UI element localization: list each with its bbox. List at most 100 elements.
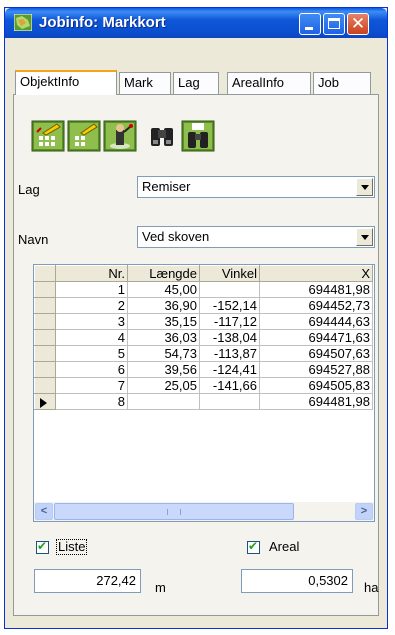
cell-vinkel[interactable]: -117,12 (199, 313, 260, 330)
row-indicator[interactable] (34, 361, 56, 378)
cell-vinkel[interactable] (199, 393, 260, 410)
empty-cell (127, 470, 200, 485)
row-indicator[interactable] (34, 297, 56, 314)
table-row[interactable]: 8 694481,98 (34, 393, 373, 410)
edit-points-icon[interactable] (31, 120, 65, 152)
empty-cell (199, 455, 260, 470)
scroll-thumb[interactable] (54, 503, 294, 520)
minimize-button[interactable] (299, 13, 321, 35)
row-indicator[interactable] (34, 377, 56, 394)
cell-laengde[interactable]: 54,73 (127, 345, 200, 362)
empty-cell (127, 455, 200, 470)
empty-cell (127, 409, 200, 425)
row-indicator[interactable] (34, 393, 56, 410)
tab-arealinfo[interactable]: ArealInfo (227, 72, 311, 94)
empty-cell (55, 455, 128, 470)
cell-x[interactable]: 694471,63 (259, 329, 373, 346)
cell-x[interactable]: 694444,63 (259, 313, 373, 330)
empty-cell (199, 425, 260, 440)
cell-vinkel[interactable]: -113,87 (199, 345, 260, 362)
empty-cell (259, 440, 373, 455)
scroll-right-button[interactable]: > (355, 503, 373, 520)
area-field[interactable]: 0,5302 (241, 569, 353, 593)
cell-nr[interactable]: 5 (55, 345, 128, 362)
lag-select[interactable]: Remiser (137, 176, 375, 198)
cell-laengde[interactable]: 25,05 (127, 377, 200, 394)
row-indicator[interactable] (34, 345, 56, 362)
cell-x[interactable]: 694481,98 (259, 393, 373, 410)
empty-cell (199, 470, 260, 485)
maximize-icon (324, 14, 344, 34)
table-row[interactable]: 1 45,00 694481,98 (34, 281, 373, 298)
cell-vinkel[interactable]: -138,04 (199, 329, 260, 346)
binoculars-numbered-icon[interactable] (181, 120, 215, 152)
cell-vinkel[interactable]: -124,41 (199, 361, 260, 378)
table-row[interactable]: 3 35,15 -117,12 694444,63 (34, 313, 373, 330)
edit-lines-icon[interactable] (67, 120, 101, 152)
cell-laengde[interactable]: 36,03 (127, 329, 200, 346)
empty-cell (127, 440, 200, 455)
empty-cell (34, 425, 56, 440)
navn-select[interactable]: Ved skoven (137, 226, 375, 248)
cell-laengde[interactable]: 35,15 (127, 313, 200, 330)
table-row[interactable]: 4 36,03 -138,04 694471,63 (34, 329, 373, 346)
cell-vinkel[interactable]: -152,14 (199, 297, 260, 314)
length-unit: m (155, 580, 166, 595)
row-indicator-header (34, 265, 56, 282)
maximize-button[interactable] (323, 13, 345, 35)
cell-nr[interactable]: 3 (55, 313, 128, 330)
scroll-left-button[interactable]: < (35, 503, 53, 520)
chevron-down-icon[interactable] (356, 228, 373, 246)
length-field[interactable]: 272,42 (34, 569, 141, 593)
close-button[interactable]: ✕ (347, 13, 369, 35)
cell-x[interactable]: 694452,73 (259, 297, 373, 314)
areal-checkbox[interactable] (247, 539, 260, 554)
cell-x[interactable]: 694527,88 (259, 361, 373, 378)
cell-x[interactable]: 694507,63 (259, 345, 373, 362)
column-header-x[interactable]: X (259, 265, 373, 282)
cell-nr[interactable]: 4 (55, 329, 128, 346)
areal-label[interactable]: Areal (269, 539, 299, 554)
empty-cell (199, 409, 260, 425)
title-bar[interactable]: Jobinfo: Markkort ✕ (5, 8, 387, 38)
cell-nr[interactable]: 6 (55, 361, 128, 378)
lag-label: Lag (18, 182, 40, 197)
cell-nr[interactable]: 2 (55, 297, 128, 314)
table-row[interactable]: 7 25,05 -141,66 694505,83 (34, 377, 373, 394)
cell-laengde[interactable] (127, 393, 200, 410)
cell-vinkel[interactable] (199, 281, 260, 298)
liste-label[interactable]: Liste (56, 539, 88, 555)
cell-laengde[interactable]: 39,56 (127, 361, 200, 378)
liste-checkbox[interactable] (36, 539, 49, 554)
tab-mark[interactable]: Mark (119, 72, 171, 94)
column-header-laengde[interactable]: Længde (127, 265, 200, 282)
points-grid[interactable]: Nr. Længde Vinkel X 1 45,00 694481,98 2 36,9… (33, 264, 375, 504)
cell-vinkel[interactable]: -141,66 (199, 377, 260, 394)
binoculars-icon[interactable] (145, 120, 179, 152)
empty-cell (34, 455, 56, 470)
surveyor-icon[interactable] (103, 120, 137, 152)
tab-objektinfo[interactable]: ObjektInfo (15, 70, 117, 95)
table-row[interactable]: 5 54,73 -113,87 694507,63 (34, 345, 373, 362)
cell-nr[interactable]: 8 (55, 393, 128, 410)
empty-cell (34, 409, 56, 425)
table-row[interactable]: 2 36,90 -152,14 694452,73 (34, 297, 373, 314)
cell-laengde[interactable]: 45,00 (127, 281, 200, 298)
column-header-nr[interactable]: Nr. (55, 265, 128, 282)
cell-nr[interactable]: 7 (55, 377, 128, 394)
horizontal-scrollbar[interactable]: < > (33, 502, 375, 522)
cell-x[interactable]: 694505,83 (259, 377, 373, 394)
cell-nr[interactable]: 1 (55, 281, 128, 298)
table-row[interactable]: 6 39,56 -124,41 694527,88 (34, 361, 373, 378)
tab-lag[interactable]: Lag (173, 72, 219, 94)
row-indicator[interactable] (34, 281, 56, 298)
grid-body: 1 45,00 694481,98 2 36,90 -152,14 694452,73 3 35… (34, 281, 373, 485)
row-indicator[interactable] (34, 329, 56, 346)
tab-job[interactable]: Job (313, 72, 371, 94)
cell-x[interactable]: 694481,98 (259, 281, 373, 298)
column-header-vinkel[interactable]: Vinkel (199, 265, 260, 282)
chevron-down-icon[interactable] (356, 178, 373, 196)
close-icon: ✕ (350, 14, 366, 34)
cell-laengde[interactable]: 36,90 (127, 297, 200, 314)
row-indicator[interactable] (34, 313, 56, 330)
